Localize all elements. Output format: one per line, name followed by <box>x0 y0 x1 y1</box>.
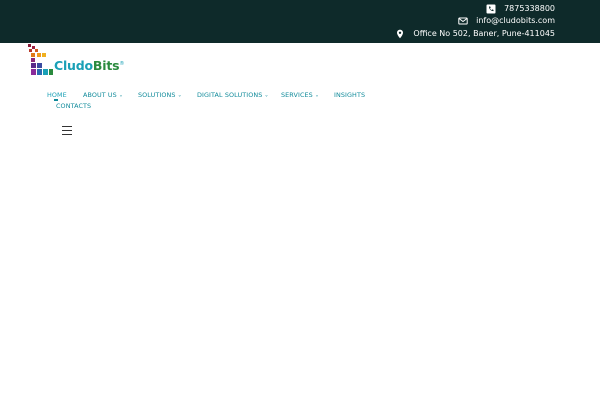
brand-name-part1: Cludo <box>54 58 93 73</box>
nav-active-indicator <box>54 99 58 101</box>
hamburger-line <box>62 126 72 128</box>
nav-contacts[interactable]: CONTACTS <box>56 102 91 111</box>
email-address: info@cludobits.com <box>476 16 555 25</box>
phone-number: 7875338800 <box>504 4 555 13</box>
map-marker-icon <box>395 29 405 39</box>
chevron-down-icon: ⌄ <box>314 92 320 99</box>
nav-solutions-label: SOLUTIONS <box>138 91 176 99</box>
nav-insights[interactable]: INSIGHTS <box>334 91 365 100</box>
nav-about-us-label: ABOUT US <box>83 91 117 99</box>
office-address: Office No 502, Baner, Pune-411045 <box>413 29 555 38</box>
brand-name: CludoBits® <box>54 58 124 73</box>
nav-services-label: SERVICES <box>281 91 313 99</box>
chevron-down-icon: ⌄ <box>177 92 182 99</box>
logo-mark-icon <box>28 44 53 75</box>
nav-about-us[interactable]: ABOUT US ⌄ <box>83 91 123 101</box>
nav-solutions[interactable]: SOLUTIONS ⌄ <box>138 91 182 101</box>
nav-digital-solutions[interactable]: DIGITAL SOLUTIONS ⌄ <box>197 91 269 101</box>
nav-services[interactable]: SERVICES ⌄ <box>281 91 319 101</box>
hamburger-line <box>62 129 72 132</box>
registered-mark: ® <box>119 60 125 67</box>
menu-toggle-button[interactable] <box>62 126 72 135</box>
nav-digital-solutions-label: DIGITAL SOLUTIONS <box>197 91 263 99</box>
brand-name-part2: Bits <box>92 58 120 73</box>
cludobits-logo[interactable]: CludoBits® <box>28 44 124 78</box>
chevron-down-icon: ⌄ <box>264 92 269 99</box>
phone-contact[interactable]: 7875338800 <box>486 4 555 14</box>
top-contact-bar: 7875338800 info@cludobits.com Office No … <box>0 0 600 43</box>
phone-icon <box>486 4 496 14</box>
hamburger-line <box>62 133 72 135</box>
address-contact: Office No 502, Baner, Pune-411045 <box>395 29 555 39</box>
envelope-icon <box>458 16 468 26</box>
main-navigation: HOME ABOUT US ⌄ SOLUTIONS ⌄ DIGITAL SOLUTI… <box>0 88 600 118</box>
email-contact[interactable]: info@cludobits.com <box>458 16 555 26</box>
chevron-down-icon: ⌄ <box>118 92 124 99</box>
